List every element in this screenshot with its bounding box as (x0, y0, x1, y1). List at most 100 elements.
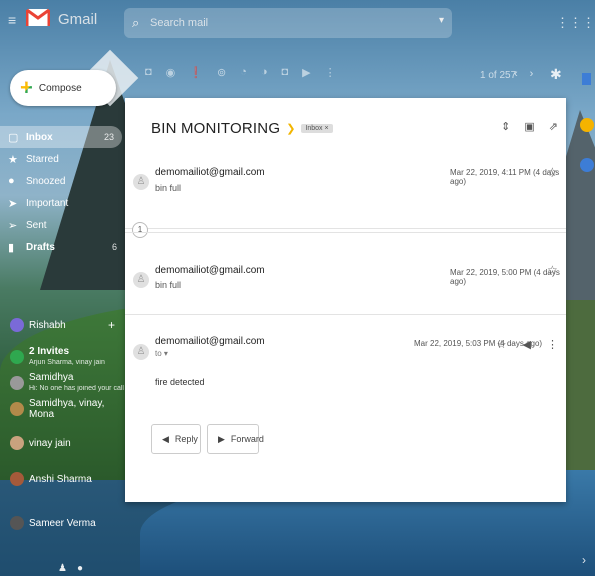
person-icon[interactable]: ♟ (58, 563, 67, 574)
expand-collapse-icon[interactable]: ⇕ (501, 120, 510, 133)
forward-label: Forward (230, 434, 264, 444)
reply-arrow-icon: ◀ (162, 433, 169, 444)
search-bar[interactable]: ⌕ ▾ (124, 8, 452, 38)
compose-button[interactable]: + Compose (10, 70, 116, 106)
contact-item[interactable]: 2 Invites Arjun Sharma, vinay jain (0, 344, 125, 370)
avatar: ♙ (133, 344, 149, 360)
reply-button[interactable]: ◀ Reply (151, 424, 201, 454)
avatar (10, 350, 24, 364)
chat-icon[interactable]: ● (77, 563, 83, 574)
pager-arrows: ‹ › (514, 68, 533, 80)
important-icon: ➤ (8, 197, 18, 210)
contact-name: Anshi Sharma (29, 473, 92, 485)
sidebar-item-count: 6 (111, 242, 117, 252)
collapsed-messages-badge[interactable]: 1 (132, 222, 148, 238)
side-panel-icon[interactable] (582, 73, 591, 85)
sidebar-item-label: Starred (26, 153, 59, 165)
avatar (10, 472, 24, 486)
label-chip[interactable]: Inbox × (301, 124, 333, 133)
send-icon: ➢ (8, 219, 18, 232)
divider (125, 232, 566, 233)
sidebar-item-label: Sent (26, 219, 47, 231)
recipient-toggle[interactable]: to ▾ (155, 349, 168, 358)
avatar (10, 516, 24, 530)
reply-label: Reply (174, 434, 198, 444)
search-input[interactable] (150, 13, 430, 33)
sidebar-item-important[interactable]: ➤ Important (0, 192, 125, 214)
sender-email: demomailiot@gmail.com (155, 336, 265, 347)
label-icon[interactable]: ▶ (302, 66, 310, 88)
contact-name: Rishabh (29, 319, 66, 331)
inbox-icon: ▢ (8, 131, 19, 144)
mail-toolbar: ◘ ◉ ❗ ⊚ ◔ ◑ ◘ ▶ ⋮ (145, 66, 336, 88)
contact-item[interactable]: Anshi Sharma (0, 466, 125, 492)
move-icon[interactable]: ◘ (282, 66, 289, 88)
sender-email: demomailiot@gmail.com (155, 265, 265, 276)
contact-name: vinay jain (29, 437, 71, 449)
star-icon: ★ (8, 153, 18, 166)
clock-icon: ● (8, 175, 15, 187)
sidebar-item-starred[interactable]: ★ Starred (0, 148, 125, 170)
compose-label: Compose (38, 82, 82, 94)
sidebar-item-snoozed[interactable]: ● Snoozed (0, 170, 125, 192)
expand-side-panel-icon[interactable]: › (582, 553, 586, 567)
avatar (10, 318, 24, 332)
hangouts-list: Rishabh + 2 Invites Arjun Sharma, vinay j… (0, 312, 125, 536)
sidebar-item-drafts[interactable]: ▮ Drafts 6 (0, 236, 125, 258)
side-addons (580, 118, 594, 198)
back-icon[interactable]: ◘ (145, 66, 152, 88)
message-snippet: bin full (155, 183, 182, 193)
contact-title: 2 Invites (29, 346, 70, 357)
gmail-logo-icon[interactable] (26, 6, 50, 28)
sidebar-item-label: Drafts (26, 241, 55, 253)
next-icon[interactable]: › (530, 68, 534, 80)
contact-name: Sameer Verma (29, 517, 96, 529)
sidebar: ▢ Inbox 23 ★ Starred ● Snoozed ➤ Importa… (0, 126, 125, 258)
print-icon[interactable]: ▣ (524, 120, 534, 133)
add-icon[interactable]: + (108, 318, 115, 332)
contact-item[interactable]: Sameer Verma (0, 510, 125, 536)
snooze-icon[interactable]: ◑ (261, 66, 268, 88)
prev-icon[interactable]: ‹ (514, 68, 518, 80)
archive-icon[interactable]: ◉ (166, 66, 176, 88)
menu-icon[interactable]: ≡ (8, 13, 22, 27)
sidebar-item-inbox[interactable]: ▢ Inbox 23 (0, 126, 122, 148)
keep-icon[interactable] (580, 118, 594, 132)
avatar: ♙ (133, 174, 149, 190)
tasks-icon[interactable] (580, 158, 594, 172)
avatar (10, 436, 24, 450)
gear-icon[interactable]: ✱ (550, 66, 562, 83)
contact-item[interactable]: Samidhya, vinay, Mona (0, 396, 125, 422)
search-options-icon[interactable]: ▾ (439, 15, 444, 26)
pager-text: 1 of 257 (480, 70, 517, 81)
email-thread-card: BIN MONITORING ❯ Inbox × ⇕ ▣ ⇗ ♙ demomai… (125, 98, 566, 502)
forward-button[interactable]: ▶ Forward (207, 424, 264, 454)
contact-item[interactable]: Samidhya Hi: No one has joined your call (0, 370, 125, 396)
report-icon[interactable]: ❗ (189, 66, 203, 88)
message-actions: ☆ ◀ ⋮ (497, 338, 558, 351)
star-icon[interactable]: ☆ (547, 263, 558, 277)
subject-row: BIN MONITORING ❯ Inbox × (151, 120, 333, 137)
sidebar-item-label: Important (26, 197, 69, 209)
open-new-window-icon[interactable]: ⇗ (549, 120, 558, 133)
avatar (10, 376, 24, 390)
contact-item[interactable]: vinay jain (0, 430, 125, 456)
avatar (10, 402, 24, 416)
mark-unread-icon[interactable]: ◔ (240, 66, 247, 88)
sidebar-item-label: Snoozed (26, 175, 66, 187)
reply-icon[interactable]: ◀ (523, 338, 531, 351)
star-icon[interactable]: ☆ (497, 338, 507, 351)
delete-icon[interactable]: ⊚ (217, 66, 226, 88)
more-icon[interactable]: ⋮ (325, 66, 336, 88)
sidebar-item-count: 23 (103, 132, 114, 142)
thread-actions: ⇕ ▣ ⇗ (501, 120, 558, 133)
more-vert-icon[interactable]: ⋮ (547, 338, 558, 351)
contact-item[interactable]: Rishabh + (0, 312, 125, 338)
sender-email: demomailiot@gmail.com (155, 167, 265, 178)
important-marker-icon[interactable]: ❯ (286, 122, 295, 135)
sidebar-item-sent[interactable]: ➢ Sent (0, 214, 125, 236)
apps-grid-icon[interactable]: ⋮⋮⋮ (556, 15, 595, 31)
draft-icon: ▮ (8, 241, 15, 254)
search-icon[interactable]: ⌕ (132, 15, 139, 31)
star-icon[interactable]: ☆ (547, 165, 558, 179)
